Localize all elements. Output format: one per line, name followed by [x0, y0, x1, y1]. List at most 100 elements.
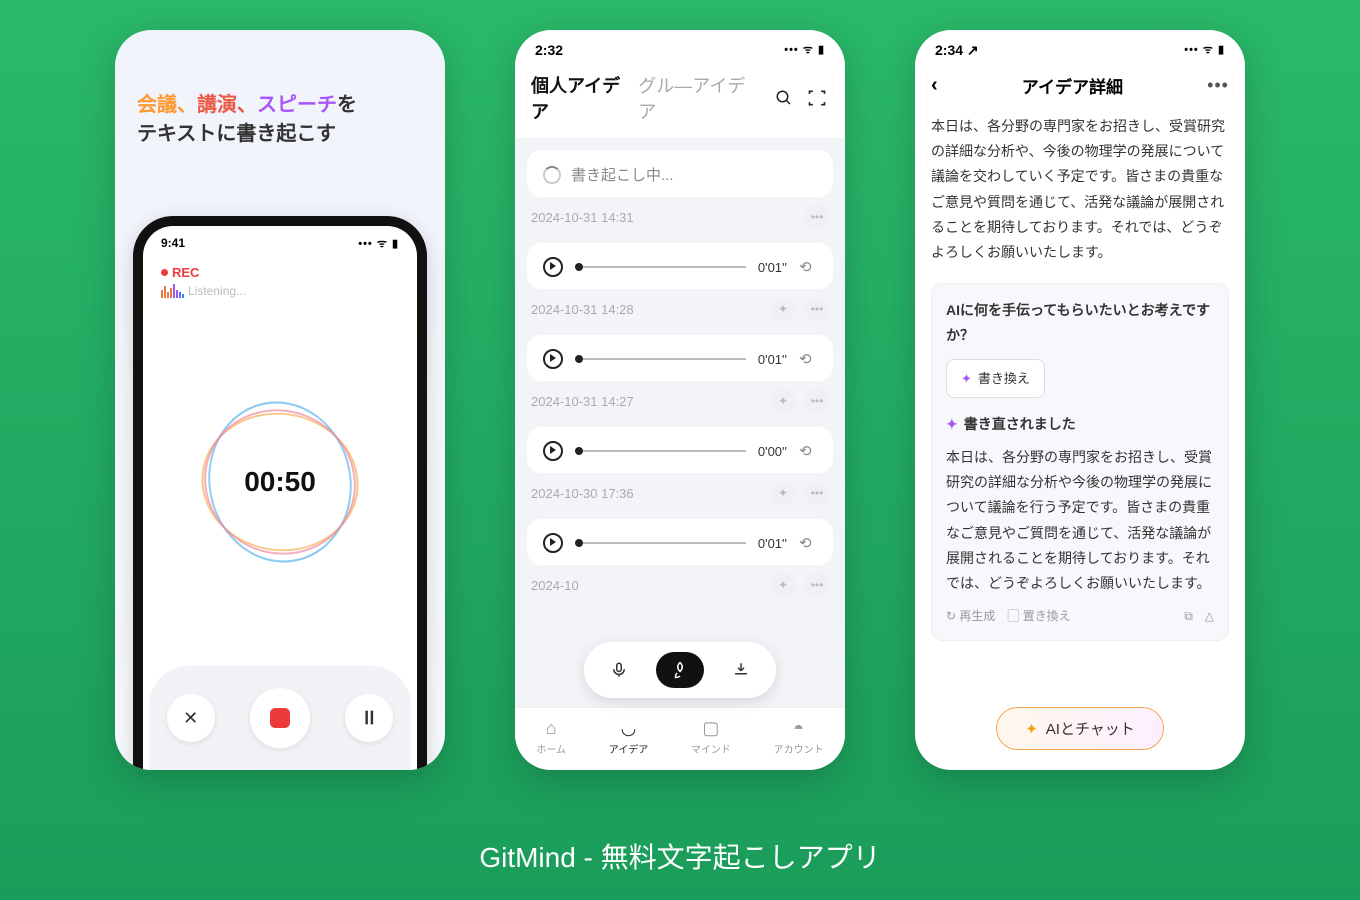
listening-row: Listening... — [143, 284, 417, 298]
play-button[interactable] — [543, 441, 563, 461]
transcript-text: 本日は、各分野の専門家をお招きし、受賞研究の詳細な分析や、今後の物理学の発展につ… — [931, 114, 1229, 265]
audio-track[interactable] — [575, 266, 746, 268]
listening-label: Listening... — [188, 284, 246, 298]
copy-icon[interactable]: ⧉ — [1184, 606, 1193, 628]
more-icon[interactable]: ••• — [1207, 75, 1229, 96]
stop-record-button[interactable] — [250, 688, 310, 748]
back-button[interactable]: ‹ — [931, 74, 938, 97]
duration: 0'01'' — [758, 352, 787, 367]
idea-card[interactable]: 0'01'' ⟲ — [527, 519, 833, 565]
idea-card[interactable]: 0'00'' ⟲ — [527, 427, 833, 473]
audio-track[interactable] — [575, 542, 746, 544]
import-button[interactable] — [724, 653, 758, 687]
headline-word-1: 会議、 — [137, 94, 197, 116]
nav-mind[interactable]: ▢マインド — [691, 718, 731, 756]
bottom-nav: ⌂ホーム ◡アイデア ▢マインド ◓アカウント — [515, 707, 845, 770]
phone-idea-list: 2:32 ••• ᯤ ▮ 個人アイデア グル―アイデア 書き起こし中... — [515, 30, 845, 770]
inner-phone-frame: 9:41 ••• ᯤ ▮ REC Listening... 00:50 — [133, 216, 427, 770]
phone-idea-detail: 2:34 ↗ ••• ᯤ ▮ ‹ アイデア詳細 ••• 本日は、各分野の専門家を… — [915, 30, 1245, 770]
mic-button[interactable] — [602, 653, 636, 687]
rec-indicator: REC — [143, 253, 417, 284]
idea-icon: ◡ — [621, 718, 637, 739]
nav-account[interactable]: ◓アカウント — [774, 718, 824, 756]
tab-personal[interactable]: 個人アイデア — [531, 72, 628, 124]
play-button[interactable] — [543, 533, 563, 553]
more-icon[interactable]: ••• — [805, 573, 829, 597]
audio-track[interactable] — [575, 358, 746, 360]
headline-word-4: を — [337, 94, 357, 116]
orbit-ring — [182, 387, 378, 578]
idea-card[interactable]: 0'01'' ⟲ — [527, 335, 833, 381]
status-bar: 9:41 ••• ᯤ ▮ — [143, 226, 417, 253]
headline: 会議、講演、スピーチを テキストに書き起こす — [115, 30, 445, 146]
nav-idea[interactable]: ◡アイデア — [609, 718, 649, 756]
detail-header: ‹ アイデア詳細 ••• — [915, 63, 1245, 110]
rewrite-button[interactable]: ✦ 書き換え — [946, 359, 1045, 398]
rewritten-text: 本日は、各分野の専門家をお招きし、受賞研究の詳細な分析や今後の物理学の発展につい… — [946, 445, 1214, 596]
sparkle-icon[interactable]: ✦ — [771, 297, 795, 321]
headline-word-3: スピーチ — [257, 94, 337, 116]
play-button[interactable] — [543, 349, 563, 369]
status-bar: 2:34 ↗ ••• ᯤ ▮ — [915, 30, 1245, 63]
caption: GitMind - 無料文字起こしアプリ — [0, 836, 1360, 876]
ai-question: AIに何を手伝ってもらいたいとお考えですか？ — [946, 298, 1214, 348]
compose-button[interactable] — [656, 652, 704, 688]
timestamp: 2024-10-30 17:36 — [531, 486, 634, 501]
phone-recording: 会議、講演、スピーチを テキストに書き起こす 9:41 ••• ᯤ ▮ REC … — [115, 30, 445, 770]
report-icon[interactable]: △ — [1205, 606, 1214, 628]
loading-icon — [543, 166, 561, 184]
idea-card[interactable]: 書き起こし中... — [527, 150, 833, 197]
processing-label: 書き起こし中... — [571, 164, 674, 185]
transcribe-icon[interactable]: ⟲ — [799, 258, 817, 276]
audio-track[interactable] — [575, 450, 746, 452]
more-icon[interactable]: ••• — [805, 389, 829, 413]
transcribe-icon[interactable]: ⟲ — [799, 534, 817, 552]
headline-word-2: 講演、 — [197, 94, 257, 116]
transcribe-icon[interactable]: ⟲ — [799, 442, 817, 460]
detail-body[interactable]: 本日は、各分野の専門家をお招きし、受賞研究の詳細な分析や、今後の物理学の発展につ… — [915, 110, 1245, 695]
sparkle-icon: ✦ — [946, 412, 958, 437]
status-time: 9:41 — [161, 236, 185, 251]
replace-button[interactable]: ▢ 置き換え — [1007, 606, 1070, 628]
sparkle-icon[interactable]: ✦ — [771, 481, 795, 505]
mind-icon: ▢ — [702, 718, 719, 739]
cancel-button[interactable]: ✕ — [167, 694, 215, 742]
duration: 0'01'' — [758, 536, 787, 551]
timestamp: 2024-10-31 14:27 — [531, 394, 634, 409]
status-bar: 2:32 ••• ᯤ ▮ — [515, 30, 845, 62]
sparkle-icon[interactable]: ✦ — [771, 389, 795, 413]
timestamp: 2024-10 — [531, 578, 579, 593]
status-time: 2:34 ↗ — [935, 42, 979, 59]
sparkle-icon[interactable]: ✦ — [771, 573, 795, 597]
chat-row: ✦ AIとチャット — [915, 695, 1245, 770]
idea-card[interactable]: 0'01'' ⟲ — [527, 243, 833, 289]
nav-home[interactable]: ⌂ホーム — [536, 718, 566, 756]
idea-list[interactable]: 書き起こし中... 2024-10-31 14:31 ••• 0'01'' ⟲ … — [515, 138, 845, 707]
tabs-row: 個人アイデア グル―アイデア — [515, 62, 845, 138]
regenerate-button[interactable]: ↻ 再生成 — [946, 606, 995, 628]
more-icon[interactable]: ••• — [805, 481, 829, 505]
status-time: 2:32 — [535, 42, 563, 58]
ai-footer: ↻ 再生成 ▢ 置き換え ⧉ △ — [946, 606, 1214, 628]
page-title: アイデア詳細 — [1022, 73, 1123, 98]
more-icon[interactable]: ••• — [805, 205, 829, 229]
tab-group[interactable]: グル―アイデア — [638, 72, 752, 124]
timestamp: 2024-10-31 14:28 — [531, 302, 634, 317]
headline-line-2: テキストに書き起こす — [137, 123, 336, 145]
sparkle-icon: ✦ — [961, 367, 972, 390]
duration: 0'01'' — [758, 260, 787, 275]
pause-button[interactable]: ⅠⅠ — [345, 694, 393, 742]
search-icon[interactable] — [772, 85, 796, 111]
home-icon: ⌂ — [546, 718, 557, 739]
scan-icon[interactable] — [805, 85, 829, 111]
ai-card: AIに何を手伝ってもらいたいとお考えですか？ ✦ 書き換え ✦ 書き直されました… — [931, 283, 1229, 641]
more-icon[interactable]: ••• — [805, 297, 829, 321]
rewritten-header: ✦ 書き直されました — [946, 412, 1214, 437]
duration: 0'00'' — [758, 444, 787, 459]
rec-dot-icon — [161, 269, 168, 276]
transcribe-icon[interactable]: ⟲ — [799, 350, 817, 368]
ai-chat-button[interactable]: ✦ AIとチャット — [996, 707, 1164, 750]
waveform-icon — [161, 284, 184, 298]
play-button[interactable] — [543, 257, 563, 277]
status-icons: ••• ᯤ ▮ — [358, 236, 399, 251]
